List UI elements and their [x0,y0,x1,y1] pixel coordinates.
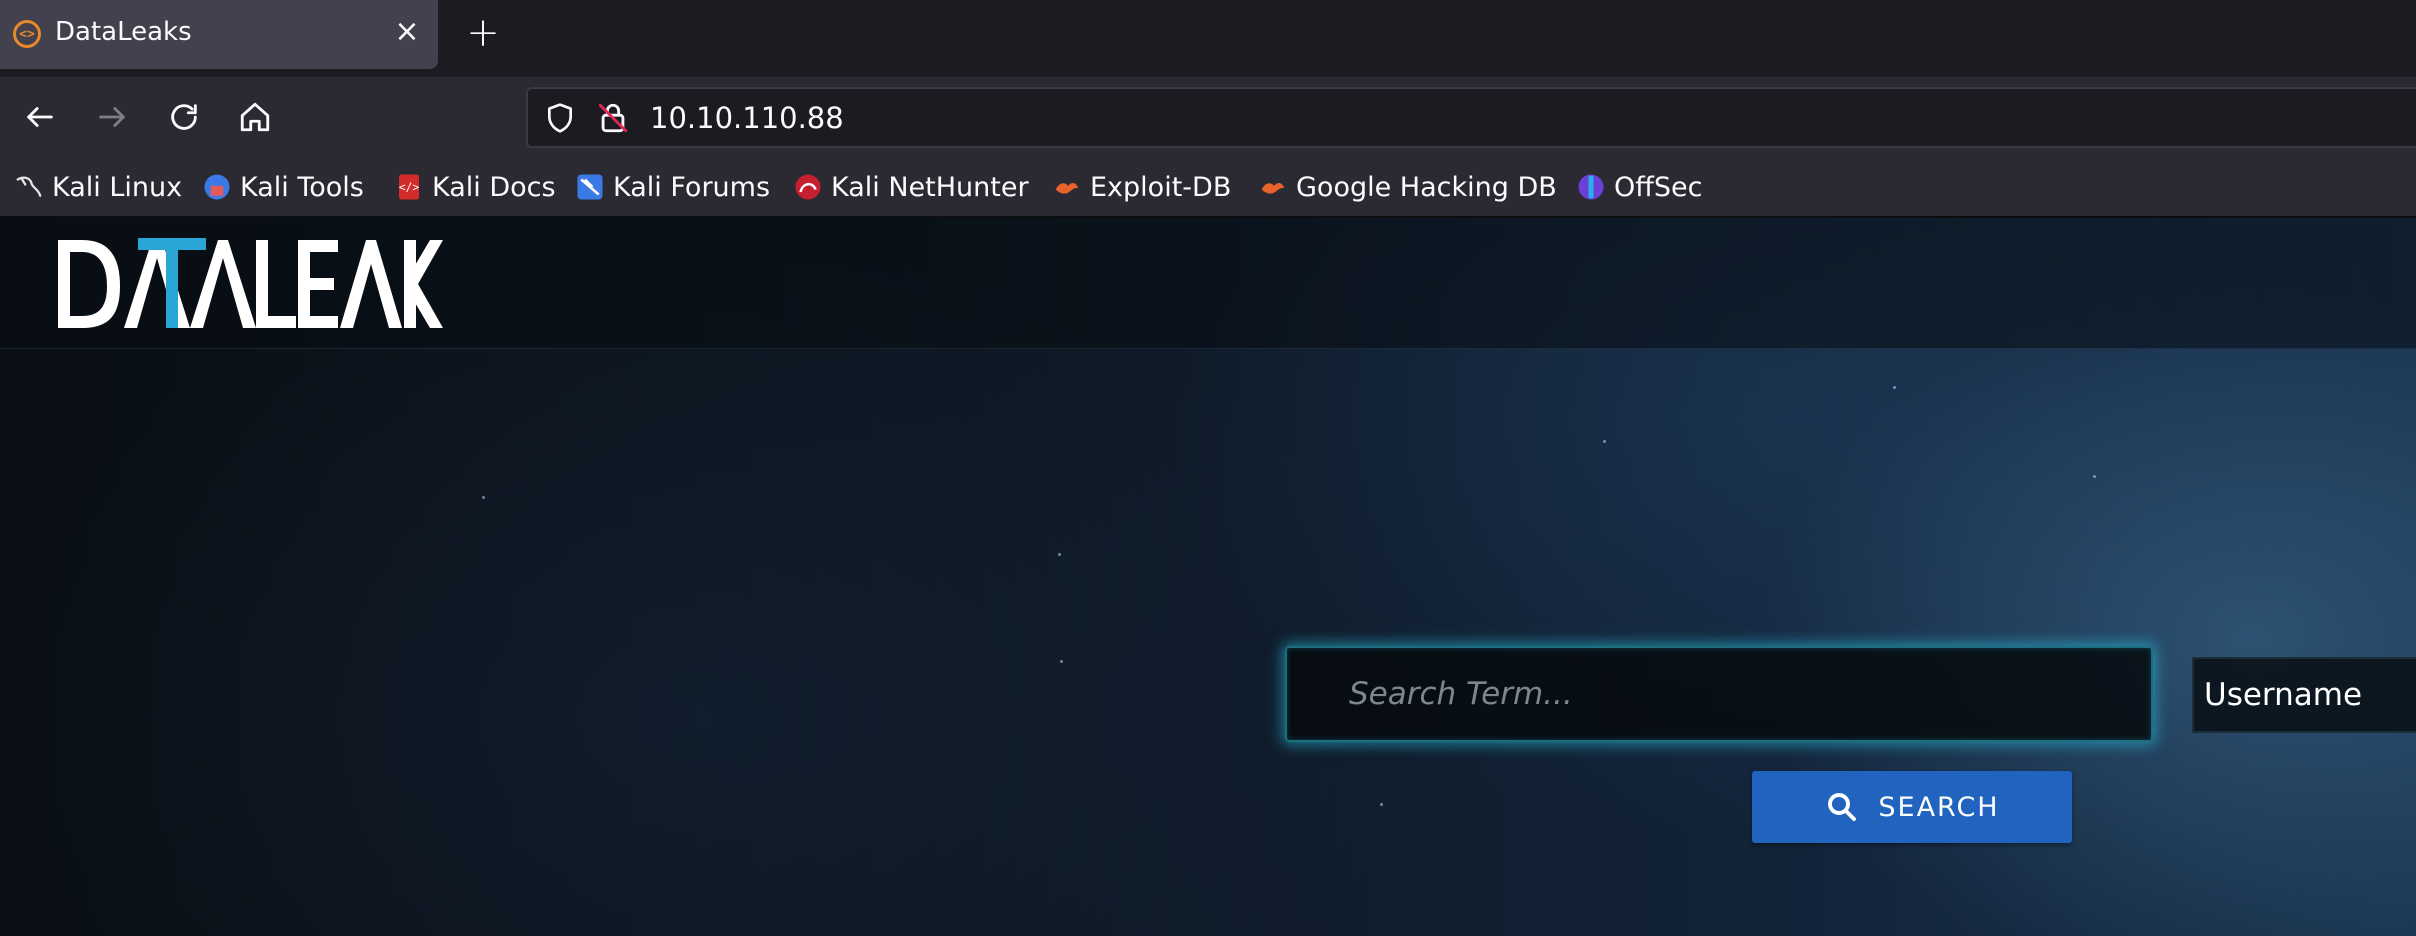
search-field-selected: Username [2204,677,2363,713]
search-field-select[interactable]: Username [2192,657,2416,733]
search-button[interactable]: SEARCH [1752,771,2072,843]
bookmark-kali-tools[interactable]: Kali Tools [202,168,364,206]
background-star [1893,386,1896,389]
kali-forums-icon [575,172,605,202]
bookmark-google-hacking-db[interactable]: Google Hacking DB [1258,168,1557,206]
url-bar[interactable]: 10.10.110.88 [526,87,2416,148]
bookmark-kali-nethunter[interactable]: Kali NetHunter [793,168,1029,206]
svg-text:</>: </> [399,181,420,194]
search-icon [1828,793,1857,821]
kali-dragon-icon [14,172,44,202]
background-star [1380,803,1383,806]
offsec-icon [1576,172,1606,202]
bookmark-kali-forums[interactable]: Kali Forums [575,168,770,206]
tab-title: DataLeaks [55,17,192,47]
close-icon[interactable]: × [392,17,422,47]
shield-icon[interactable] [544,102,576,134]
kali-docs-icon: </> [394,172,424,202]
home-icon[interactable] [233,95,277,139]
bookmark-offsec[interactable]: OffSec [1576,168,1702,206]
search-box [1285,646,2153,742]
bookmark-exploit-db[interactable]: Exploit-DB [1052,168,1231,206]
page-viewport: Username SEARCH [0,218,2416,936]
exploit-db-icon [1052,172,1082,202]
back-arrow-icon[interactable] [18,95,62,139]
ghdb-icon [1258,172,1288,202]
code-brackets-icon: <> [13,20,41,48]
browser-tab-bar: <> DataLeaks × + [0,0,2416,77]
plus-icon[interactable]: + [463,13,503,53]
background-star [1603,440,1606,443]
bookmarks-toolbar: Kali Linux Kali Tools </> Kali Docs Kali… [0,158,2416,217]
background-star [2093,475,2096,478]
background-star [482,496,485,499]
insecure-lock-icon[interactable] [596,100,630,136]
kali-tools-icon [202,172,232,202]
bookmark-kali-linux[interactable]: Kali Linux [14,168,182,206]
reload-icon[interactable] [162,95,206,139]
nethunter-icon [793,172,823,202]
url-text[interactable]: 10.10.110.88 [650,101,844,135]
bookmark-kali-docs[interactable]: </> Kali Docs [394,168,556,206]
background-star [1060,660,1063,663]
background-star [1058,553,1061,556]
dataleaks-logo[interactable] [58,236,443,332]
browser-toolbar: 10.10.110.88 [0,77,2416,158]
search-input[interactable] [1287,648,2151,740]
search-button-label: SEARCH [1878,791,2000,823]
site-header [0,218,2416,349]
forward-arrow-icon[interactable] [90,95,134,139]
browser-tab[interactable]: <> DataLeaks × [0,0,438,69]
